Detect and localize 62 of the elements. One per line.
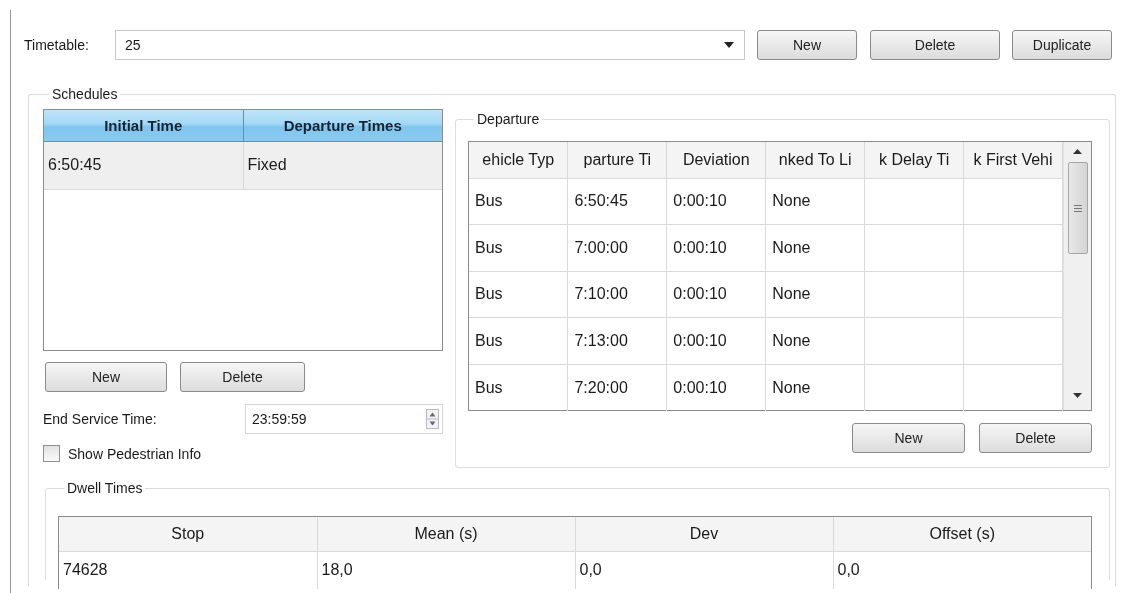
column-header[interactable]: parture Ti (567, 142, 667, 178)
table-cell: None (765, 271, 865, 318)
table-cell: Bus (469, 178, 568, 225)
table-cell: 7:13:00 (567, 317, 667, 364)
table-cell: 6:50:45 (44, 141, 243, 189)
grip-icon[interactable] (1073, 204, 1082, 212)
table-cell: 0:00:10 (666, 178, 766, 225)
field-label: End Service Time: (43, 411, 158, 427)
table-cell: 74628 (59, 551, 317, 589)
scroll-down-icon[interactable] (1073, 393, 1082, 398)
push-button[interactable]: New (757, 30, 857, 60)
push-button[interactable]: New (852, 423, 965, 453)
push-button[interactable]: New (45, 362, 167, 392)
field-label: Timetable: (24, 37, 90, 53)
column-header[interactable]: Initial Time (44, 110, 243, 141)
caret-icon[interactable] (724, 42, 734, 48)
time-spinbox[interactable]: 23:59:59 (245, 404, 443, 434)
column-header[interactable]: k First Vehi (963, 142, 1063, 178)
checkbox-label: Show Pedestrian Info (68, 445, 202, 462)
column-header[interactable]: Dev (575, 517, 833, 551)
table-cell: 0:00:10 (666, 271, 766, 318)
table-cell: 0,0 (575, 551, 833, 589)
table-cell: None (765, 224, 865, 271)
scroll-thumb[interactable] (1067, 162, 1088, 254)
group-title: Departure (476, 111, 541, 127)
table-cell: Bus (469, 317, 568, 364)
table-cell: Bus (469, 364, 568, 411)
table-cell: 18,0 (317, 551, 575, 589)
table-cell: 7:20:00 (567, 364, 667, 411)
group-title: Schedules (51, 86, 119, 102)
column-header[interactable]: nked To Li (765, 142, 865, 178)
column-header[interactable]: Offset (s) (833, 517, 1091, 551)
push-button[interactable]: Delete (180, 362, 305, 392)
table-cell: 0:00:10 (666, 364, 766, 411)
table-cell: 7:10:00 (567, 271, 667, 318)
table-cell: Bus (469, 224, 568, 271)
table-cell: Bus (469, 271, 568, 318)
column-header[interactable]: Stop (59, 517, 317, 551)
vertical-scrollbar[interactable] (1063, 142, 1091, 410)
group-title: Dwell Times (66, 480, 144, 496)
column-header[interactable]: k Delay Ti (864, 142, 964, 178)
table-cell: None (765, 364, 865, 411)
table-cell: None (765, 317, 865, 364)
table-cell: 6:50:45 (567, 178, 667, 225)
timetable-dropdown[interactable]: 25 (115, 30, 745, 60)
table-cell: Fixed (243, 141, 442, 189)
scroll-up-icon[interactable] (1073, 149, 1082, 154)
table-cell: None (765, 178, 865, 225)
push-button[interactable]: Delete (870, 30, 1000, 60)
table-cell: 0,0 (833, 551, 1091, 589)
column-header[interactable]: Departure Times (243, 110, 442, 141)
table-cell: 0:00:10 (666, 224, 766, 271)
table-row[interactable]: 6:50:45 Fixed (44, 141, 442, 189)
checkbox[interactable] (43, 445, 60, 462)
table-cell: 7:00:00 (567, 224, 667, 271)
push-button[interactable]: Duplicate (1012, 30, 1112, 60)
column-header[interactable]: Deviation (666, 142, 766, 178)
column-header[interactable]: Mean (s) (317, 517, 575, 551)
column-header[interactable]: ehicle Typ (469, 142, 568, 178)
spin-arrows-icon[interactable] (426, 409, 439, 429)
table-cell: 0:00:10 (666, 317, 766, 364)
push-button[interactable]: Delete (979, 423, 1092, 453)
